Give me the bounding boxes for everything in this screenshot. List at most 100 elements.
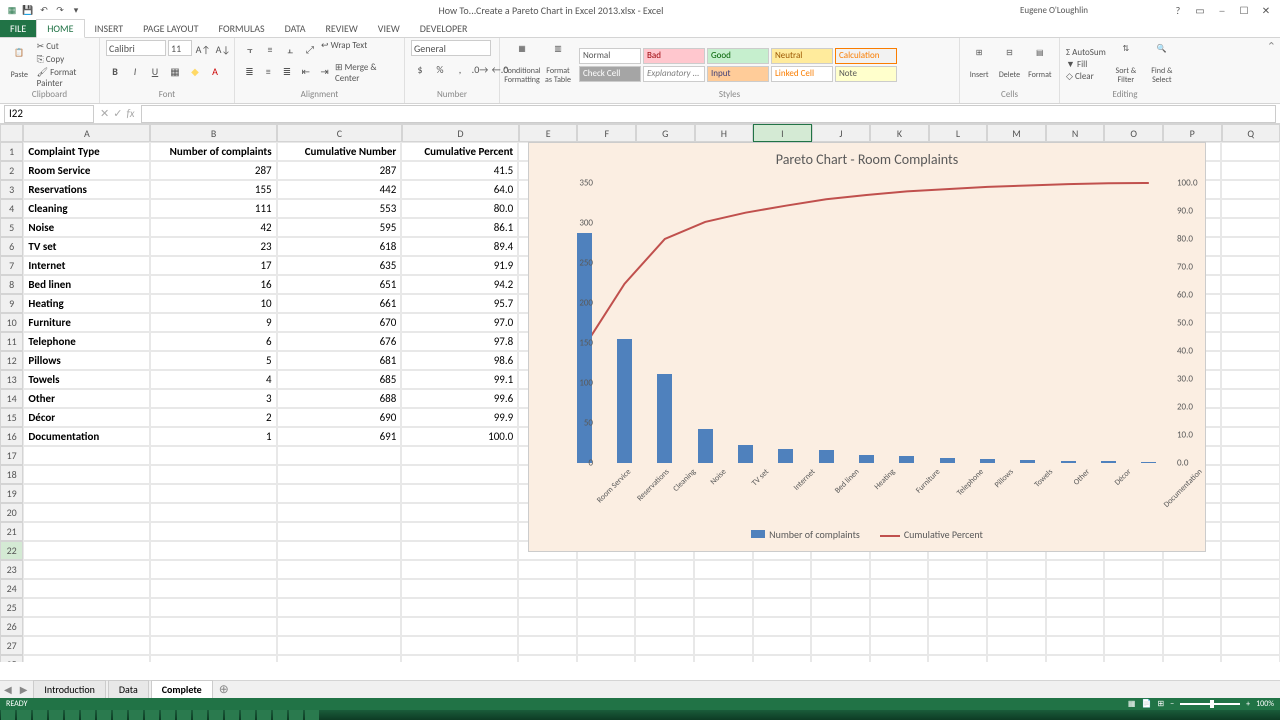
style-explanatory[interactable]: Explanatory ... <box>643 66 705 82</box>
cell[interactable] <box>1104 617 1163 636</box>
fx-icon[interactable]: fx <box>126 107 134 120</box>
row-header[interactable]: 23 <box>0 560 23 579</box>
cell[interactable] <box>277 522 402 541</box>
cell[interactable] <box>23 465 150 484</box>
cell[interactable] <box>23 522 150 541</box>
col-header-k[interactable]: K <box>870 124 929 142</box>
cell[interactable] <box>277 655 402 662</box>
cell[interactable] <box>1221 560 1280 579</box>
row-header[interactable]: 14 <box>0 389 23 408</box>
tab-home[interactable]: HOME <box>36 19 84 38</box>
row-header[interactable]: 27 <box>0 636 23 655</box>
cell[interactable]: 94.2 <box>401 275 518 294</box>
border-icon[interactable]: ▦ <box>166 62 184 80</box>
save-icon[interactable]: 💾 <box>22 4 34 16</box>
cell[interactable]: 1 <box>150 427 277 446</box>
cell[interactable] <box>518 579 577 598</box>
cell[interactable]: 681 <box>277 351 402 370</box>
cell[interactable]: 98.6 <box>401 351 518 370</box>
fill-color-icon[interactable]: ◆ <box>186 62 204 80</box>
pareto-chart[interactable]: Pareto Chart - Room Complaints Room Serv… <box>528 142 1206 552</box>
chart-bar[interactable] <box>1061 461 1076 463</box>
cell[interactable]: Cumulative Percent <box>401 142 518 161</box>
delete-cells-button[interactable]: ⊟Delete <box>996 43 1022 87</box>
undo-icon[interactable]: ↶ <box>38 4 50 16</box>
cell[interactable] <box>1046 617 1105 636</box>
col-header-m[interactable]: M <box>987 124 1046 142</box>
style-input[interactable]: Input <box>707 66 769 82</box>
redo-icon[interactable]: ↷ <box>54 4 66 16</box>
cell[interactable] <box>1104 579 1163 598</box>
cell[interactable] <box>1046 598 1105 617</box>
cell[interactable]: 111 <box>150 199 277 218</box>
row-header[interactable]: 3 <box>0 180 23 199</box>
cell[interactable] <box>987 636 1046 655</box>
cell[interactable] <box>518 655 577 662</box>
cell[interactable] <box>150 522 277 541</box>
cell[interactable] <box>1104 636 1163 655</box>
cell[interactable] <box>635 655 694 662</box>
zoom-out-icon[interactable]: − <box>1170 699 1174 709</box>
cell[interactable]: 41.5 <box>401 161 518 180</box>
comma-icon[interactable]: , <box>451 60 469 78</box>
row-header[interactable]: 9 <box>0 294 23 313</box>
cell[interactable]: Internet <box>23 256 150 275</box>
row-header[interactable]: 15 <box>0 408 23 427</box>
style-neutral[interactable]: Neutral <box>771 48 833 64</box>
enter-formula-icon[interactable]: ✓ <box>113 107 122 120</box>
cell[interactable] <box>1046 636 1105 655</box>
cell[interactable]: 10 <box>150 294 277 313</box>
format-cells-button[interactable]: ▤Format <box>1027 43 1053 87</box>
cell[interactable] <box>150 598 277 617</box>
cell[interactable]: 2 <box>150 408 277 427</box>
cell[interactable] <box>1221 389 1280 408</box>
cell[interactable] <box>928 636 987 655</box>
cell[interactable]: Cumulative Number <box>277 142 402 161</box>
cell[interactable] <box>401 446 518 465</box>
cell[interactable] <box>23 503 150 522</box>
cell[interactable] <box>23 446 150 465</box>
cell[interactable] <box>694 636 753 655</box>
cell[interactable] <box>870 560 929 579</box>
tab-file[interactable]: FILE <box>0 20 36 37</box>
cell[interactable] <box>1221 313 1280 332</box>
format-as-table-button[interactable]: ▥Format as Table <box>542 43 574 87</box>
chart-bar[interactable] <box>698 429 713 463</box>
format-painter-button[interactable]: 🖌 Format Painter <box>37 67 93 89</box>
chart-bar[interactable] <box>1141 462 1156 463</box>
cell[interactable] <box>577 598 636 617</box>
cell[interactable] <box>401 503 518 522</box>
add-sheet-icon[interactable]: ⊕ <box>213 682 235 697</box>
cell[interactable] <box>401 636 518 655</box>
cell[interactable] <box>694 560 753 579</box>
currency-icon[interactable]: $ <box>411 60 429 78</box>
cell[interactable] <box>277 484 402 503</box>
cell[interactable]: Telephone <box>23 332 150 351</box>
row-header[interactable]: 26 <box>0 617 23 636</box>
align-bottom-icon[interactable]: ⫠ <box>281 40 299 58</box>
cell[interactable] <box>635 560 694 579</box>
cell[interactable] <box>1221 351 1280 370</box>
cell[interactable]: Bed linen <box>23 275 150 294</box>
indent-dec-icon[interactable]: ⇤ <box>297 62 314 80</box>
cell[interactable]: Number of complaints <box>150 142 277 161</box>
cell[interactable]: 287 <box>277 161 402 180</box>
zoom-slider[interactable] <box>1180 703 1240 705</box>
cell[interactable] <box>1221 370 1280 389</box>
align-left-icon[interactable]: ≣ <box>241 62 258 80</box>
cell[interactable] <box>987 579 1046 598</box>
cell[interactable]: 99.6 <box>401 389 518 408</box>
indent-inc-icon[interactable]: ⇥ <box>316 62 333 80</box>
align-center-icon[interactable]: ≡ <box>260 62 277 80</box>
cell[interactable] <box>518 617 577 636</box>
row-header[interactable]: 28 <box>0 655 23 662</box>
style-linked-cell[interactable]: Linked Cell <box>771 66 833 82</box>
style-calculation[interactable]: Calculation <box>835 48 897 64</box>
collapse-ribbon-icon[interactable]: ⌃ <box>1267 40 1276 53</box>
row-header[interactable]: 5 <box>0 218 23 237</box>
cell[interactable] <box>150 503 277 522</box>
row-header[interactable]: 1 <box>0 142 23 161</box>
cell[interactable] <box>694 617 753 636</box>
cell[interactable]: Documentation <box>23 427 150 446</box>
cell[interactable] <box>928 560 987 579</box>
